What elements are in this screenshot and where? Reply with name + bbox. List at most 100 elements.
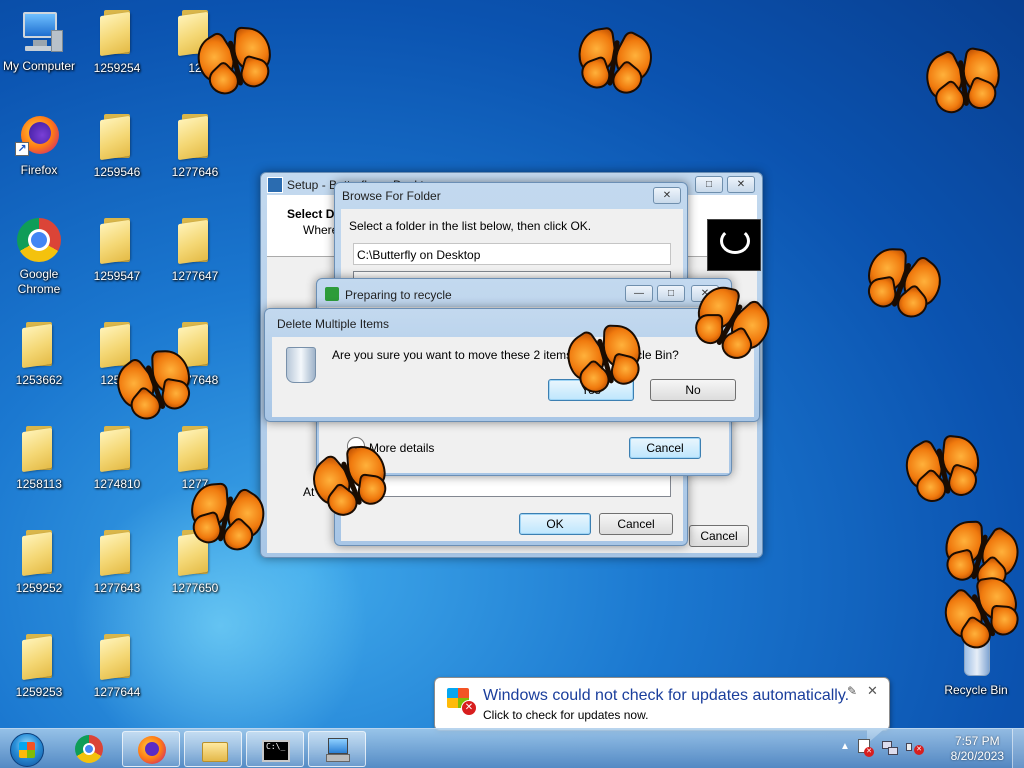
butterfly-icon (917, 43, 1009, 123)
notification-close-icon[interactable]: ✕ (867, 683, 878, 699)
setup-cancel-button[interactable]: Cancel (689, 525, 749, 547)
folder-icon (178, 114, 212, 161)
desktop-icon-folder[interactable]: 1277644 (78, 632, 156, 700)
desktop-icon-folder[interactable]: 1258113 (0, 424, 78, 492)
butterfly-icon (569, 22, 662, 105)
butterfly-icon (896, 428, 991, 513)
folder-icon (100, 530, 134, 577)
desktop-icon-folder[interactable]: 1259546 (78, 112, 156, 180)
recycle-cancel-button[interactable]: Cancel (629, 437, 701, 459)
recycle-bin-icon (286, 347, 316, 383)
folder-icon (100, 426, 134, 473)
notification-title: Windows could not check for updates auto… (483, 687, 850, 704)
desktop-icon-label: Firefox (20, 163, 58, 177)
desktop-icon-label: My Computer (2, 59, 76, 73)
browse-instruction: Select a folder in the list below, then … (349, 219, 592, 233)
windows-flag-icon (19, 742, 35, 758)
taskbar: C:\_ ▲ ✕ ✕ 7:57 PM 8/20/2023 (0, 728, 1024, 768)
firefox-icon (138, 736, 166, 764)
desktop-icon-firefox[interactable]: ↗ Firefox (0, 112, 78, 178)
notification-body[interactable]: Click to check for updates now. (483, 708, 648, 722)
taskbar-item-firefox[interactable] (122, 731, 180, 767)
setup-heading: Select D (287, 207, 335, 221)
folder-icon (178, 426, 212, 473)
shortcut-arrow-icon: ↗ (15, 142, 29, 156)
desktop-icon-google-chrome[interactable]: Google Chrome (0, 216, 78, 297)
folder-icon (22, 530, 56, 577)
desktop-icon-label: 1259252 (15, 581, 63, 595)
volume-muted-icon[interactable]: ✕ (906, 739, 924, 757)
action-center-flag-icon[interactable]: ✕ (858, 739, 874, 757)
browse-path-field[interactable]: C:\Butterfly on Desktop (353, 243, 671, 265)
folder-icon (100, 218, 134, 265)
folder-icon (22, 426, 56, 473)
folder-icon (22, 634, 56, 681)
desktop-icon-label: 1277643 (93, 581, 141, 595)
wrench-options-icon[interactable]: ✎ (847, 684, 857, 698)
network-icon[interactable] (882, 739, 900, 757)
desktop-icon-folder[interactable]: 1274810 (78, 424, 156, 492)
browse-dialog-title: Browse For Folder (342, 189, 441, 203)
browse-close-button[interactable]: ✕ (653, 187, 681, 204)
start-button[interactable] (4, 730, 50, 768)
desktop-icon-folder[interactable]: 1259252 (0, 528, 78, 596)
desktop-icon-folder[interactable]: 1277647 (156, 216, 234, 284)
chrome-icon (15, 216, 63, 264)
desktop-icon-label: 1277647 (171, 269, 219, 283)
computer-icon (15, 8, 63, 56)
desktop-icon-folder[interactable]: 1277646 (156, 112, 234, 180)
desktop-icon-label: 1259547 (93, 269, 141, 283)
setup-maximize-button[interactable]: □ (695, 176, 723, 193)
desktop-icon-label: 1253662 (15, 373, 63, 387)
show-desktop-button[interactable] (1012, 729, 1024, 768)
recycle-minimize-button[interactable]: — (625, 285, 653, 302)
recycle-progress-title: Preparing to recycle (345, 288, 452, 302)
desktop-icon-label: 1259546 (93, 165, 141, 179)
desktop-icon-label: Recycle Bin (944, 683, 1008, 697)
system-tray: ▲ ✕ ✕ 7:57 PM 8/20/2023 (834, 729, 1024, 768)
desktop-icon-label: 1277644 (93, 685, 141, 699)
firefox-icon: ↗ (15, 112, 63, 160)
recycle-progress-icon (325, 287, 339, 301)
folder-icon (200, 736, 228, 764)
desktop-icon-folder[interactable]: 1259547 (78, 216, 156, 284)
desktop-icon-folder[interactable]: 1277643 (78, 528, 156, 596)
taskbar-item-setup-installer[interactable] (308, 731, 366, 767)
desktop-icon-label: 1258113 (16, 477, 62, 491)
installer-logo-icon (707, 219, 761, 271)
delete-no-button[interactable]: No (650, 379, 736, 401)
delete-dialog-title: Delete Multiple Items (277, 317, 390, 331)
desktop-icon-label: 1259254 (93, 61, 141, 75)
desktop-icon-label: 1274810 (93, 477, 141, 491)
folder-icon (178, 218, 212, 265)
terminal-icon: C:\_ (262, 736, 290, 764)
desktop-icon-folder[interactable]: 1253662 (0, 320, 78, 388)
desktop-icon-label: 1259253 (15, 685, 63, 699)
folder-icon (100, 114, 134, 161)
folder-icon (100, 10, 134, 57)
windows-update-error-icon: ✕ (447, 686, 477, 716)
setup-close-button[interactable]: ✕ (727, 176, 755, 193)
desktop-icon-folder[interactable]: 1259254 (78, 8, 156, 76)
desktop-icon-folder[interactable]: 1259253 (0, 632, 78, 700)
taskbar-clock[interactable]: 7:57 PM 8/20/2023 (951, 734, 1004, 764)
browse-ok-button[interactable]: OK (519, 513, 591, 535)
taskbar-item-chrome[interactable] (60, 731, 118, 767)
show-hidden-icons-chevron-icon[interactable]: ▲ (840, 741, 850, 752)
desktop-icon-label: 1277650 (171, 581, 219, 595)
desktop-icon-my-computer[interactable]: My Computer (0, 8, 78, 74)
update-notification-balloon[interactable]: ✕ Windows could not check for updates au… (434, 677, 890, 744)
chrome-icon (75, 735, 103, 763)
recycle-maximize-button[interactable]: □ (657, 285, 685, 302)
butterfly-icon (852, 238, 952, 331)
browse-cancel-button[interactable]: Cancel (599, 513, 673, 535)
taskbar-item-explorer[interactable] (184, 731, 242, 767)
desktop-icon-label: 1277646 (171, 165, 219, 179)
desktop-icon-label: Google Chrome (17, 267, 61, 296)
taskbar-item-command-prompt[interactable]: C:\_ (246, 731, 304, 767)
clock-date: 8/20/2023 (950, 749, 1004, 763)
setup-app-icon (267, 177, 283, 193)
folder-icon (100, 634, 134, 681)
installer-icon (324, 736, 352, 764)
folder-icon (22, 322, 56, 369)
